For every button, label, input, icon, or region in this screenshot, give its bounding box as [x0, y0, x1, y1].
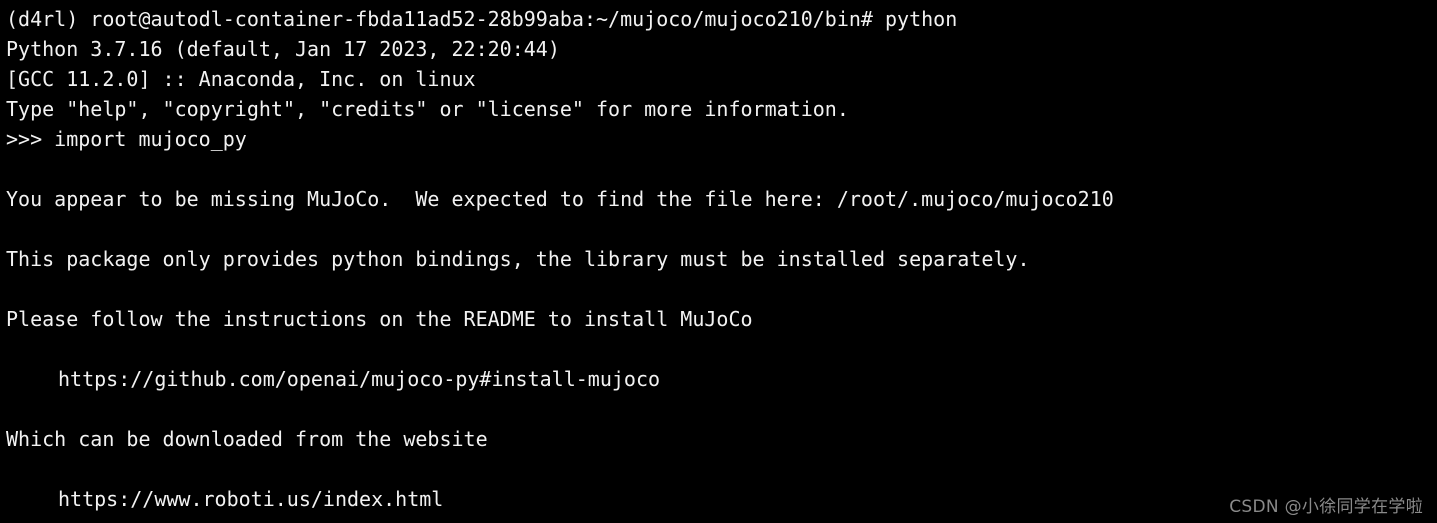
bindings-note: This package only provides python bindin…: [6, 247, 1030, 271]
csdn-watermark: CSDN @小徐同学在学啦: [1229, 497, 1423, 517]
download-note: Which can be downloaded from the website: [6, 427, 488, 451]
help-banner: Type "help", "copyright", "credits" or "…: [6, 97, 849, 121]
gcc-banner: [GCC 11.2.0] :: Anaconda, Inc. on linux: [6, 67, 476, 91]
roboti-url: https://www.roboti.us/index.html: [58, 487, 444, 511]
github-url: https://github.com/openai/mujoco-py#inst…: [58, 367, 661, 391]
missing-mujoco: You appear to be missing MuJoCo. We expe…: [6, 187, 1114, 211]
import-statement: >>> import mujoco_py: [6, 127, 247, 151]
terminal-window[interactable]: (d4rl) root@autodl-container-fbda11ad52-…: [0, 0, 1437, 523]
prompt-line: (d4rl) root@autodl-container-fbda11ad52-…: [6, 7, 958, 31]
python-version: Python 3.7.16 (default, Jan 17 2023, 22:…: [6, 37, 560, 61]
readme-note: Please follow the instructions on the RE…: [6, 307, 753, 331]
terminal-output[interactable]: (d4rl) root@autodl-container-fbda11ad52-…: [0, 0, 1437, 514]
